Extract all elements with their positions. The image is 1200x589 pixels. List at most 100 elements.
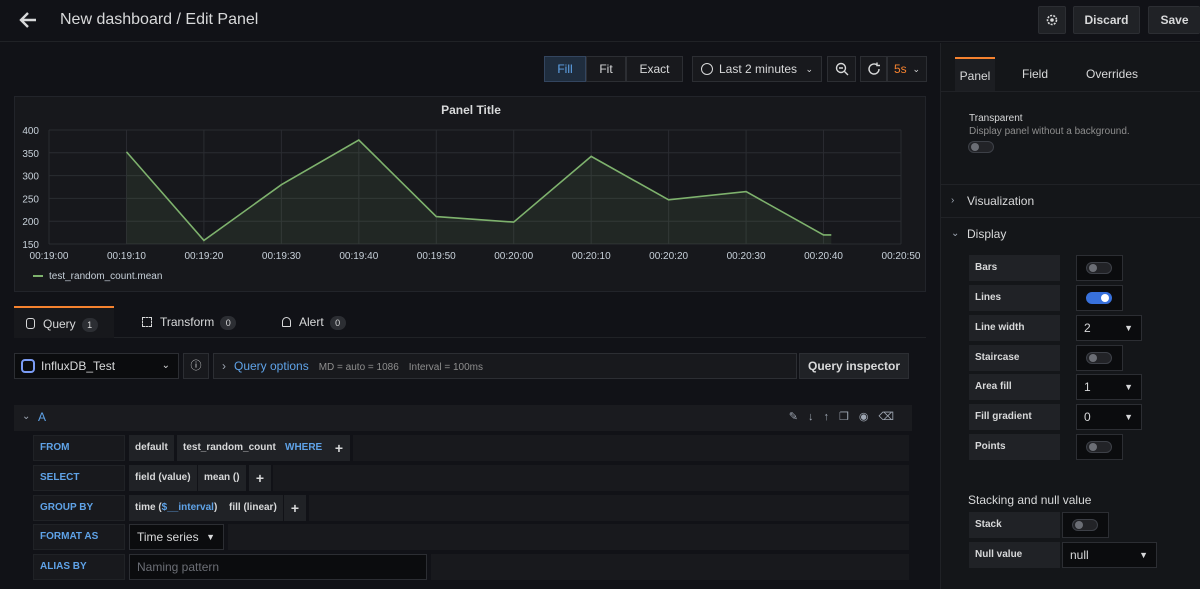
lines-toggle[interactable] [1086, 292, 1112, 304]
area-fill-select[interactable]: 1 ▼ [1076, 374, 1142, 400]
tab-panel[interactable]: Panel [955, 57, 995, 91]
refresh-interval-label: 5s [894, 62, 907, 76]
datasource-name: InfluxDB_Test [41, 359, 116, 373]
x-tick-label: 00:19:10 [107, 251, 146, 262]
lines-switch-box [1076, 285, 1123, 311]
chevron-down-icon: ⌄ [951, 228, 960, 239]
tab-label: Transform [160, 315, 215, 329]
chevron-right-icon: › [951, 195, 955, 206]
x-tick-label: 00:19:50 [417, 251, 456, 262]
null-value-select[interactable]: null ▼ [1062, 542, 1157, 568]
tab-transform[interactable]: Transform 0 [142, 306, 242, 338]
query-row-actions: ✎↓↑❐◉⌫ [789, 410, 904, 423]
refresh-button[interactable] [860, 56, 887, 82]
visualization-section[interactable]: › Visualization [941, 184, 1200, 216]
add-select-part-button[interactable]: + [249, 465, 271, 491]
display-section[interactable]: ⌄ Display [941, 217, 1200, 249]
move-up-icon[interactable]: ↑ [823, 411, 839, 423]
query-letter: A [38, 410, 47, 424]
line-width-select[interactable]: 2 ▼ [1076, 315, 1142, 341]
edit-icon[interactable]: ✎ [789, 411, 808, 423]
chevron-down-icon: ⌄ [805, 64, 813, 74]
select-mean-part[interactable]: mean () [198, 465, 246, 491]
tab-alert[interactable]: Alert 0 [282, 306, 372, 338]
trash-icon[interactable]: ⌫ [878, 411, 904, 423]
fill-gradient-select[interactable]: 0 ▼ [1076, 404, 1142, 430]
chevron-right-icon: › [222, 359, 226, 373]
format-as-select[interactable]: Time series ▼ [129, 524, 224, 550]
transparent-label: Transparent [969, 113, 1023, 124]
area-fill-value: 1 [1084, 380, 1091, 394]
staircase-toggle[interactable] [1086, 352, 1112, 364]
refresh-interval-picker[interactable]: 5s ⌄ [887, 56, 927, 82]
zoom-out-button[interactable] [827, 56, 856, 82]
database-icon [26, 318, 35, 330]
staircase-switch-box [1076, 345, 1123, 371]
measurement-selector[interactable]: test_random_count [177, 435, 282, 461]
bars-toggle[interactable] [1086, 262, 1112, 274]
tab-count-badge: 0 [329, 316, 346, 330]
x-tick-label: 00:20:30 [727, 251, 766, 262]
transparent-toggle[interactable] [968, 141, 994, 153]
retention-policy-selector[interactable]: default [129, 435, 174, 461]
y-tick-label: 250 [22, 194, 39, 205]
view-mode-fill[interactable]: Fill [544, 56, 586, 82]
select-field-part[interactable]: field (value) [129, 465, 197, 491]
refresh-icon [867, 62, 880, 75]
settings-button[interactable] [1038, 6, 1066, 34]
back-arrow-icon[interactable] [17, 9, 41, 33]
points-toggle[interactable] [1086, 441, 1112, 453]
query-row-header[interactable]: ⌄ A ✎↓↑❐◉⌫ [14, 405, 912, 431]
eye-icon[interactable]: ◉ [859, 411, 879, 423]
view-mode-exact[interactable]: Exact [626, 56, 683, 82]
group-by-time-prefix: time ( [135, 502, 162, 513]
legend-label: test_random_count.mean [49, 271, 163, 282]
bars-switch-box [1076, 255, 1123, 281]
group-by-time-part[interactable]: time ($__interval) [129, 495, 224, 521]
format-as-label: FORMAT AS [33, 524, 125, 550]
top-bar: New dashboard / Edit Panel Discard Save [0, 0, 1200, 42]
duplicate-icon[interactable]: ❐ [839, 411, 859, 423]
caret-down-icon: ▼ [1124, 412, 1133, 422]
clock-icon [701, 62, 713, 75]
move-down-icon[interactable]: ↓ [808, 411, 824, 423]
legend-swatch [33, 275, 43, 278]
view-mode-fit[interactable]: Fit [586, 56, 626, 82]
time-range-picker[interactable]: Last 2 minutes ⌄ [692, 56, 822, 82]
tab-overrides[interactable]: Overrides [1077, 57, 1147, 91]
line-width-value: 2 [1084, 321, 1091, 335]
tab-field[interactable]: Field [1013, 57, 1057, 91]
datasource-picker[interactable]: InfluxDB_Test ⌄ [14, 353, 179, 379]
where-label: WHERE [279, 435, 329, 461]
fill-gradient-value: 0 [1084, 410, 1091, 424]
tab-divider [941, 91, 1200, 92]
add-where-button[interactable]: + [328, 435, 350, 461]
panel-title[interactable]: Panel Title [15, 103, 927, 117]
alias-by-input[interactable]: Naming pattern [129, 554, 427, 580]
chevron-down-icon[interactable]: ⌄ [22, 411, 30, 422]
series-area-fill [126, 140, 832, 244]
legend-item[interactable]: test_random_count.mean [33, 271, 162, 282]
x-tick-label: 00:19:40 [339, 251, 378, 262]
format-row-filler [228, 524, 909, 550]
stack-switch-box [1062, 512, 1109, 538]
points-label: Points [969, 434, 1060, 460]
query-inspector-button[interactable]: Query inspector [799, 353, 909, 379]
y-tick-label: 350 [22, 149, 39, 160]
discard-button[interactable]: Discard [1073, 6, 1140, 34]
influxdb-icon [21, 359, 35, 373]
null-value-label: Null value [969, 542, 1060, 568]
save-button[interactable]: Save [1148, 6, 1200, 34]
panel-preview: Panel Title 150 200 250 300 350 400 00:19:00 00… [14, 96, 926, 292]
info-icon: ⓘ [190, 360, 202, 372]
group-by-fill-part[interactable]: fill (linear) [223, 495, 283, 521]
tab-query[interactable]: Query 1 [14, 306, 114, 338]
stack-toggle[interactable] [1072, 519, 1098, 531]
query-options-toggle[interactable]: › Query options MD = auto = 1086 Interval =… [213, 353, 797, 379]
datasource-help-button[interactable]: ⓘ [183, 353, 209, 379]
transparent-description: Display panel without a background. [969, 126, 1130, 137]
tab-count-badge: 1 [81, 318, 98, 332]
add-group-by-button[interactable]: + [284, 495, 306, 521]
tab-label: Query [43, 317, 76, 331]
tab-count-badge: 0 [220, 316, 237, 330]
